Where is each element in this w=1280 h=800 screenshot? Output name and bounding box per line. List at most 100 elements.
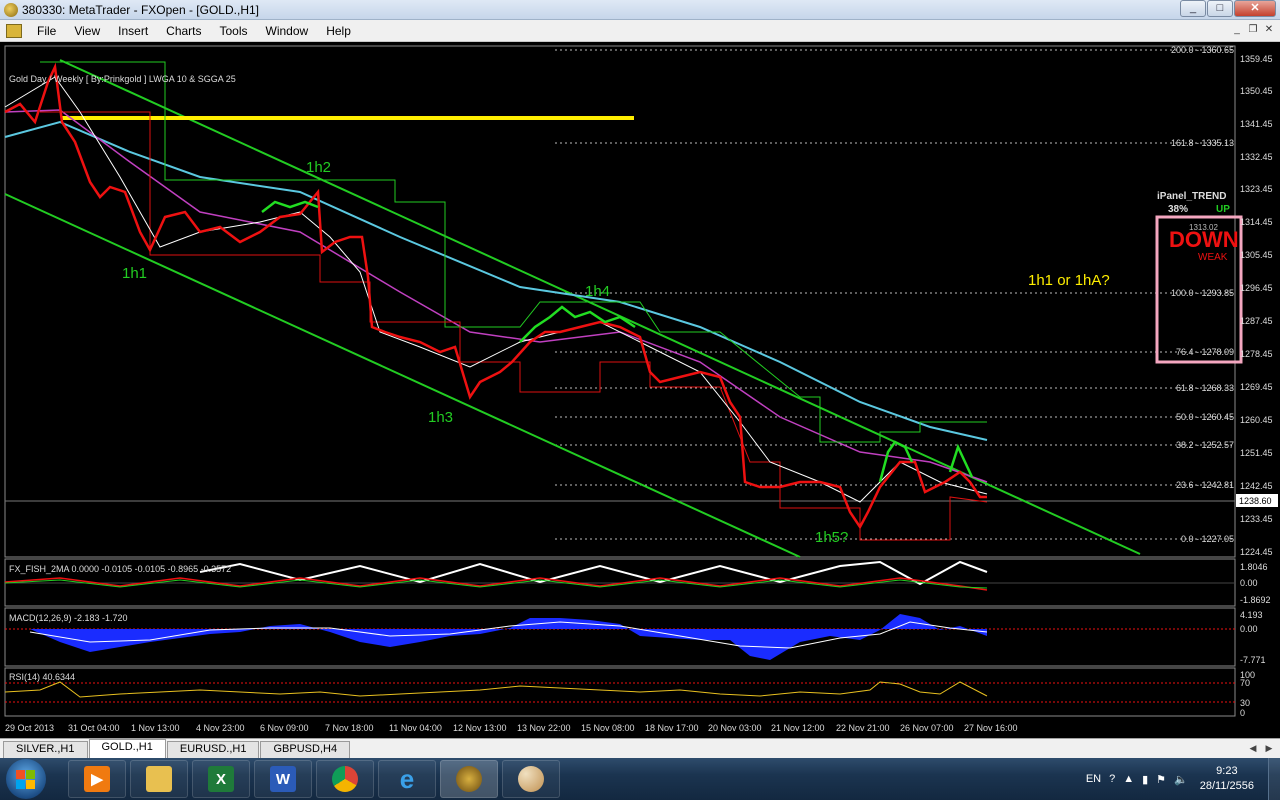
price-line-bull-1 [261, 200, 319, 213]
metatrader-icon [456, 766, 482, 792]
menu-window[interactable]: Window [257, 24, 318, 38]
channel-lower-line [4, 193, 801, 558]
price-tick: 1260.45 [1240, 415, 1273, 425]
wave-label-1h4: 1h4 [585, 283, 610, 300]
fib-label: 200.0 - 1360.65 [1171, 45, 1234, 55]
price-tick: 1296.45 [1240, 283, 1273, 293]
mdi-controls: _ ❐ ✕ [1230, 23, 1276, 37]
clock-time: 9:23 [1216, 765, 1238, 777]
ma-cyan-line [4, 120, 988, 441]
tab-scroll-right-icon[interactable]: ▶ [1262, 741, 1276, 755]
word-icon: W [270, 766, 296, 792]
tab-gbpusd-h4[interactable]: GBPUSD,H4 [260, 741, 351, 758]
internet-explorer-icon: e [399, 763, 415, 794]
chart-tabs-bar: SILVER.,H1 GOLD.,H1 EURUSD.,H1 GBPUSD,H4… [0, 738, 1280, 758]
date-tick: 22 Nov 21:00 [836, 723, 890, 733]
macd-pane: MACD(12,26,9) -2.183 -1.720 4.193 0.00 -… [5, 610, 1266, 665]
price-tick: 1242.45 [1240, 481, 1273, 491]
taskbar-word[interactable]: W [254, 760, 312, 798]
wave-label-1h2: 1h2 [306, 159, 331, 176]
date-tick: 20 Nov 03:00 [708, 723, 762, 733]
price-line-bear [4, 62, 987, 530]
date-tick: 21 Nov 12:00 [771, 723, 825, 733]
ma-magenta-line [4, 109, 988, 483]
wave-label-1h1: 1h1 [122, 265, 147, 282]
macd-scale-top: 4.193 [1240, 610, 1263, 620]
flag-icon[interactable]: ⚑ [1156, 773, 1166, 786]
chart-window[interactable]: 1359.45 1350.45 1341.45 1332.45 1323.45 … [0, 42, 1280, 738]
show-hidden-icons-icon[interactable]: ▲ [1123, 773, 1134, 785]
show-desktop-button[interactable] [1268, 758, 1280, 800]
excel-icon: X [208, 766, 234, 792]
date-tick: 29 Oct 2013 [5, 723, 54, 733]
menu-insert[interactable]: Insert [109, 24, 157, 38]
taskbar-paint[interactable] [502, 760, 560, 798]
taskbar-chrome[interactable] [316, 760, 374, 798]
mdi-close-button[interactable]: ✕ [1262, 23, 1276, 37]
date-tick: 7 Nov 18:00 [325, 723, 374, 733]
folder-icon [146, 766, 172, 792]
taskbar-internet-explorer[interactable]: e [378, 760, 436, 798]
ipanel-trend: iPanel_TREND 38% UP 1313.02 DOWN WEAK [1157, 191, 1239, 263]
current-price-value: 1238.60 [1239, 496, 1272, 506]
fisher-scale-mid: 0.00 [1240, 578, 1258, 588]
help-icon[interactable]: ? [1109, 773, 1115, 785]
chart-document-icon[interactable] [6, 23, 22, 38]
ipanel-trend-sub: WEAK [1198, 252, 1228, 263]
fib-label: 61.8 - 1268.33 [1176, 383, 1234, 393]
taskbar-media-player[interactable]: ▶ [68, 760, 126, 798]
tab-eurusd-h1[interactable]: EURUSD.,H1 [166, 741, 260, 758]
ma-red-step [40, 111, 988, 541]
tab-gold-h1[interactable]: GOLD.,H1 [88, 739, 166, 758]
fib-label: 100.0 - 1293.85 [1171, 288, 1234, 298]
paint-icon [518, 766, 544, 792]
price-axis: 1359.45 1350.45 1341.45 1332.45 1323.45 … [1240, 54, 1273, 557]
date-tick: 15 Nov 08:00 [581, 723, 635, 733]
date-tick: 31 Oct 04:00 [68, 723, 120, 733]
date-tick: 12 Nov 13:00 [453, 723, 507, 733]
price-tick: 1332.45 [1240, 152, 1273, 162]
window-title: 380330: MetaTrader - FXOpen - [GOLD.,H1] [22, 2, 259, 17]
price-tick: 1341.45 [1240, 119, 1273, 129]
menu-tools[interactable]: Tools [211, 24, 257, 38]
chart-canvas[interactable]: 1359.45 1350.45 1341.45 1332.45 1323.45 … [0, 42, 1280, 738]
price-tick: 1323.45 [1240, 184, 1273, 194]
ipanel-percent: 38% [1168, 204, 1188, 215]
date-tick: 4 Nov 23:00 [196, 723, 245, 733]
tab-scroll-controls: ◀ ▶ [1246, 741, 1276, 755]
mdi-restore-button[interactable]: ❐ [1246, 23, 1260, 37]
menu-view[interactable]: View [65, 24, 109, 38]
menu-bar: File View Insert Charts Tools Window Hel… [0, 20, 1280, 42]
volume-icon[interactable]: 🔈 [1174, 773, 1188, 786]
price-tick: 1350.45 [1240, 86, 1273, 96]
rsi-pane: RSI(14) 40.6344 100 70 30 0 [4, 670, 1255, 718]
network-icon[interactable]: ▮ [1142, 773, 1148, 786]
price-tick: 1224.45 [1240, 547, 1273, 557]
date-axis: 29 Oct 2013 31 Oct 04:00 1 Nov 13:00 4 N… [5, 723, 1018, 733]
menu-charts[interactable]: Charts [157, 24, 210, 38]
menu-help[interactable]: Help [317, 24, 360, 38]
taskbar-excel[interactable]: X [192, 760, 250, 798]
date-tick: 27 Nov 16:00 [964, 723, 1018, 733]
fisher-pane: FX_FISH_2MA 0.0000 -0.0105 -0.0105 -0.89… [4, 560, 1271, 605]
minimize-button[interactable]: _ [1180, 0, 1206, 17]
fib-label: 23.6 - 1242.81 [1176, 480, 1234, 490]
close-button[interactable]: ✕ [1234, 0, 1276, 17]
price-tick: 1269.45 [1240, 382, 1273, 392]
menu-file[interactable]: File [28, 24, 65, 38]
wave-label-1h3: 1h3 [428, 409, 453, 426]
system-clock[interactable]: 9:23 28/11/2556 [1200, 764, 1254, 794]
tab-scroll-left-icon[interactable]: ◀ [1246, 741, 1260, 755]
rsi-scale-30: 30 [1240, 698, 1250, 708]
start-button[interactable] [6, 759, 46, 799]
tab-silver-h1[interactable]: SILVER.,H1 [3, 741, 88, 758]
taskbar-metatrader[interactable] [440, 760, 498, 798]
language-indicator[interactable]: EN [1086, 773, 1101, 785]
ma-white-line [4, 76, 988, 503]
mdi-minimize-button[interactable]: _ [1230, 23, 1244, 37]
windows-taskbar: ▶ X W e EN ? ▲ ▮ ⚑ 🔈 9:23 28/11/2556 [0, 758, 1280, 800]
taskbar-file-explorer[interactable] [130, 760, 188, 798]
maximize-button[interactable]: □ [1207, 0, 1233, 17]
price-tick: 1359.45 [1240, 54, 1273, 64]
price-tick: 1251.45 [1240, 448, 1273, 458]
